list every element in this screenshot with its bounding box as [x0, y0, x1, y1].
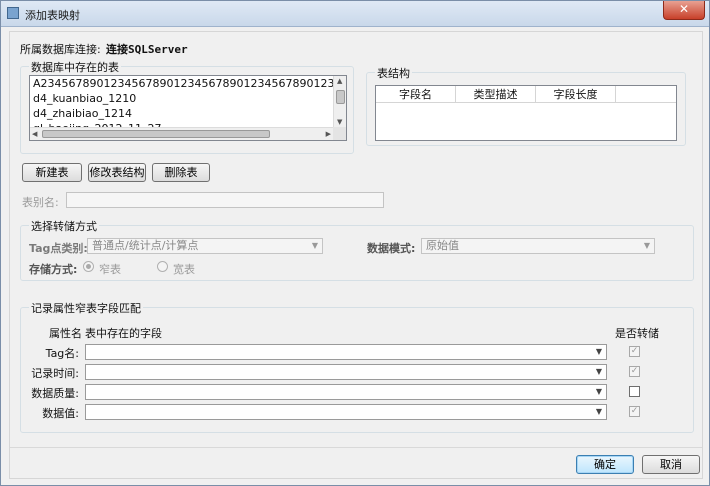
db-table-item[interactable]: A234567890123456789012345678901234567890…	[30, 76, 346, 91]
mapping-group-title: 记录属性窄表字段匹配	[29, 300, 143, 316]
convert-checkbox[interactable]: ✓	[629, 366, 640, 377]
col-attr-header: 属性名	[49, 327, 82, 340]
narrow-table-label: 窄表	[99, 263, 121, 276]
data-mode-select[interactable]: 原始值 ▼	[421, 238, 655, 254]
storage-mode-group: 选择转储方式 Tag点类别: 普通点/统计点/计算点 ▼ 数据模式: 原始值 ▼…	[20, 218, 694, 281]
db-tables-list[interactable]: A234567890123456789012345678901234567890…	[29, 75, 347, 141]
mapping-field-select[interactable]: ▼	[85, 384, 607, 400]
storage-mode-group-title: 选择转储方式	[29, 218, 99, 234]
grid-col-field-name[interactable]: 字段名	[376, 86, 456, 103]
app-icon	[7, 7, 19, 19]
convert-checkbox[interactable]: ✓	[629, 406, 640, 417]
chevron-down-icon: ▼	[595, 367, 602, 376]
grid-col-length[interactable]: 字段长度	[536, 86, 616, 103]
new-table-button[interactable]: 新建表	[22, 163, 82, 182]
close-button[interactable]: ✕	[663, 1, 705, 20]
db-tables-group-title: 数据库中存在的表	[29, 59, 121, 75]
chevron-down-icon: ▼	[595, 387, 602, 396]
wide-table-radio[interactable]	[157, 261, 168, 272]
db-tables-vscroll[interactable]: ▲ ▼	[333, 76, 346, 127]
connection-value: 连接SQLServer	[106, 43, 188, 56]
convert-checkbox[interactable]	[629, 386, 640, 397]
chevron-down-icon: ▼	[595, 347, 602, 356]
tag-type-label: Tag点类别:	[29, 242, 88, 255]
delete-table-button[interactable]: 删除表	[152, 163, 210, 182]
cancel-button[interactable]: 取消	[642, 455, 700, 474]
modify-table-button[interactable]: 修改表结构	[88, 163, 146, 182]
col-convert-header: 是否转储	[615, 327, 659, 340]
mapping-field-select[interactable]: ▼	[85, 364, 607, 380]
narrow-table-radio[interactable]	[83, 261, 94, 272]
table-structure-group-title: 表结构	[375, 65, 412, 81]
scroll-down-icon[interactable]: ▼	[337, 118, 342, 126]
grid-header: 字段名 类型描述 字段长度	[376, 86, 676, 103]
tag-type-select[interactable]: 普通点/统计点/计算点 ▼	[87, 238, 323, 254]
mapping-row-label: 数据质量:	[31, 387, 79, 400]
dialog-content: 所属数据库连接: 连接SQLServer 数据库中存在的表 A234567890…	[9, 31, 703, 479]
scroll-corner	[333, 127, 346, 140]
chevron-down-icon: ▼	[311, 241, 318, 250]
mapping-row-label: Tag名:	[45, 347, 79, 360]
alias-input[interactable]	[66, 192, 384, 208]
tag-type-value: 普通点/统计点/计算点	[92, 239, 199, 252]
mapping-row-label: 记录时间:	[31, 367, 79, 380]
chevron-down-icon: ▼	[595, 407, 602, 416]
chevron-down-icon: ▼	[643, 241, 650, 250]
mapping-field-select[interactable]: ▼	[85, 404, 607, 420]
mapping-group: 记录属性窄表字段匹配 属性名 表中存在的字段 是否转储 Tag名: ▼ ✓ 记录时间:…	[20, 300, 694, 433]
alias-label: 表别名:	[22, 196, 59, 209]
grid-col-type[interactable]: 类型描述	[456, 86, 536, 103]
scroll-left-icon[interactable]: ◀	[32, 130, 37, 138]
data-mode-label: 数据模式:	[367, 242, 416, 255]
db-table-item[interactable]: d4_kuanbiao_1210	[30, 91, 346, 106]
db-table-item[interactable]: d4_zhaibiao_1214	[30, 106, 346, 121]
mapping-field-select[interactable]: ▼	[85, 344, 607, 360]
window-title: 添加表映射	[25, 9, 80, 22]
db-tables-hscroll[interactable]: ◀ ▶	[30, 127, 333, 140]
title-bar[interactable]: 添加表映射 ✕	[1, 1, 709, 27]
col-field-header: 表中存在的字段	[85, 327, 162, 340]
table-structure-grid[interactable]: 字段名 类型描述 字段长度	[375, 85, 677, 141]
data-mode-value: 原始值	[426, 239, 459, 252]
footer-divider	[10, 447, 702, 448]
scroll-right-icon[interactable]: ▶	[326, 130, 331, 138]
mapping-row-label: 数据值:	[42, 407, 79, 420]
table-structure-group: 表结构 字段名 类型描述 字段长度	[366, 65, 686, 146]
connection-label: 所属数据库连接:	[20, 43, 101, 56]
ok-button[interactable]: 确定	[576, 455, 634, 474]
storage-label: 存储方式:	[29, 263, 78, 276]
scroll-up-icon[interactable]: ▲	[337, 77, 342, 85]
hscroll-thumb[interactable]	[42, 130, 270, 138]
db-tables-group: 数据库中存在的表 A234567890123456789012345678901…	[20, 59, 354, 154]
dialog-window: 添加表映射 ✕ 所属数据库连接: 连接SQLServer 数据库中存在的表 A2…	[0, 0, 710, 486]
wide-table-label: 宽表	[173, 263, 195, 276]
vscroll-thumb[interactable]	[336, 90, 345, 104]
convert-checkbox[interactable]: ✓	[629, 346, 640, 357]
